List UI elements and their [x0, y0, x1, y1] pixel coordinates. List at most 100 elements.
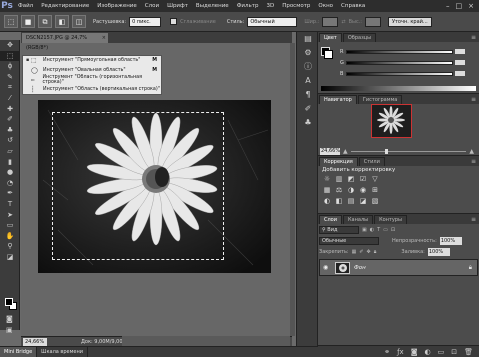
black-white-icon[interactable]: ◑: [346, 185, 356, 195]
document-tab[interactable]: DSCN2157.JPG @ 24,7% (RGB/8*) ×: [22, 33, 108, 51]
width-input[interactable]: [322, 16, 339, 27]
selection-marquee[interactable]: [52, 112, 224, 260]
menu-image[interactable]: Изображение: [93, 3, 141, 9]
menu-type[interactable]: Шрифт: [163, 3, 192, 9]
levels-icon[interactable]: ▥: [334, 174, 344, 184]
filter-adjust-icon[interactable]: ◐: [370, 227, 374, 233]
flyout-item-column-marquee[interactable]: ┆ Инструмент "Область (вертикальная стро…: [23, 85, 161, 95]
zoom-in-icon[interactable]: ▲: [469, 148, 474, 155]
properties-panel-icon[interactable]: ⚙: [297, 46, 319, 60]
hand-tool-icon[interactable]: ✋: [0, 231, 20, 242]
refine-edge-button[interactable]: Уточн. край...: [387, 16, 432, 27]
threshold-icon[interactable]: ▤: [346, 196, 356, 206]
style-select[interactable]: Обычный: [247, 16, 298, 27]
panel-menu-icon[interactable]: ≡: [471, 96, 479, 103]
eraser-tool-icon[interactable]: ▱: [0, 146, 20, 157]
blur-tool-icon[interactable]: ●: [0, 167, 20, 178]
zoom-slider[interactable]: [350, 148, 467, 154]
close-button[interactable]: ×: [468, 2, 474, 10]
posterize-icon[interactable]: ◧: [334, 196, 344, 206]
layer-row-background[interactable]: ◉ Фон 🔒︎: [319, 259, 478, 276]
zoom-level[interactable]: 24,66%: [23, 337, 47, 346]
lock-pixels-icon[interactable]: ✐: [359, 249, 363, 255]
healing-brush-tool-icon[interactable]: ✚: [0, 104, 20, 115]
quick-mask-icon[interactable]: ◙: [6, 315, 13, 323]
clone-source-panel-icon[interactable]: ♣: [297, 116, 319, 130]
tab-layers[interactable]: Слои: [319, 215, 342, 224]
menu-layers[interactable]: Слои: [141, 3, 163, 9]
panel-menu-icon[interactable]: ≡: [471, 216, 479, 223]
height-input[interactable]: [364, 16, 381, 27]
selective-color-icon[interactable]: ◪: [358, 196, 368, 206]
panel-menu-icon[interactable]: ≡: [471, 34, 479, 41]
new-layer-icon[interactable]: ⊡: [451, 348, 457, 356]
flyout-item-row-marquee[interactable]: ┅ Инструмент "Область (горизонтальная ст…: [23, 75, 161, 85]
visibility-eye-icon[interactable]: ◉: [323, 264, 331, 271]
layer-filter-select[interactable]: ⚲ Вид: [319, 226, 359, 234]
menu-help[interactable]: Справка: [337, 3, 369, 9]
flyout-item-rect-marquee[interactable]: ▪ ⬚ Инструмент "Прямоугольная область" M: [23, 56, 161, 66]
vibrance-icon[interactable]: ▽: [370, 174, 380, 184]
menu-file[interactable]: Файл: [14, 3, 37, 9]
panel-menu-icon[interactable]: ≡: [471, 158, 479, 165]
horizontal-scrollbar[interactable]: [122, 336, 290, 346]
zoom-tool-icon[interactable]: ⚲: [0, 241, 20, 252]
info-panel-icon[interactable]: ⓘ: [297, 60, 319, 74]
tab-adjustments[interactable]: Коррекция: [319, 157, 358, 166]
rect-marquee-tool-icon[interactable]: ⬚: [0, 50, 20, 62]
tab-mini-bridge[interactable]: Mini Bridge: [0, 346, 38, 357]
channel-mixer-icon[interactable]: ⊞: [370, 185, 380, 195]
filter-type-icon[interactable]: T: [377, 227, 380, 233]
vertical-scrollbar[interactable]: [290, 43, 295, 336]
new-selection-icon[interactable]: ■: [21, 15, 35, 28]
type-tool-icon[interactable]: T: [0, 199, 20, 210]
default-colors-icon[interactable]: ◪: [0, 252, 20, 263]
flyout-item-ellipse-marquee[interactable]: ◯ Инструмент "Овальная область" M: [23, 66, 161, 76]
document-close-icon[interactable]: ×: [102, 33, 106, 43]
tab-styles[interactable]: Стили: [358, 157, 385, 166]
menu-edit[interactable]: Редактирование: [37, 3, 93, 9]
path-selection-tool-icon[interactable]: ➤: [0, 210, 20, 221]
tab-swatches[interactable]: Образцы: [342, 33, 377, 42]
move-tool-icon[interactable]: ✥: [0, 40, 20, 51]
dodge-tool-icon[interactable]: ◔: [0, 178, 20, 189]
slider-g[interactable]: G: [340, 60, 465, 66]
photo-filter-icon[interactable]: ◉: [358, 185, 368, 195]
color-balance-icon[interactable]: ⚖: [334, 185, 344, 195]
blend-mode-select[interactable]: Обычные: [319, 237, 379, 245]
menu-select[interactable]: Выделение: [192, 3, 233, 9]
opacity-input[interactable]: 100%: [439, 237, 462, 245]
exposure-icon[interactable]: ☑: [358, 174, 368, 184]
tab-timeline[interactable]: Шкала времени: [37, 346, 88, 357]
tab-color[interactable]: Цвет: [319, 33, 342, 42]
pen-tool-icon[interactable]: ✒: [0, 188, 20, 199]
history-panel-icon[interactable]: ▤: [297, 32, 319, 46]
tab-navigator[interactable]: Навигатор: [319, 95, 357, 104]
screen-mode-icon[interactable]: ▣: [6, 326, 13, 334]
antialias-checkbox[interactable]: [170, 18, 178, 25]
brush-tool-icon[interactable]: ✐: [0, 114, 20, 125]
color-panel-background[interactable]: [324, 50, 333, 59]
crop-tool-icon[interactable]: ⌗: [0, 82, 20, 93]
menu-3d[interactable]: 3D: [262, 3, 278, 9]
lasso-tool-icon[interactable]: ϕ: [0, 61, 20, 72]
character-panel-icon[interactable]: A: [297, 74, 319, 88]
maximize-button[interactable]: □: [456, 2, 463, 10]
eyedropper-tool-icon[interactable]: ⁄: [0, 93, 20, 104]
clone-stamp-tool-icon[interactable]: ♣: [0, 125, 20, 136]
tab-histogram[interactable]: Гистограмма: [357, 95, 403, 104]
zoom-out-icon[interactable]: ▲: [343, 148, 348, 155]
navigator-zoom-value[interactable]: 24,66%: [320, 147, 340, 155]
gradient-map-icon[interactable]: ▧: [370, 196, 380, 206]
filter-pixel-icon[interactable]: ▣: [362, 227, 367, 233]
feather-input[interactable]: 0 пикс.: [129, 16, 162, 27]
delete-layer-icon[interactable]: 🗑︎: [464, 348, 473, 356]
menu-window[interactable]: Окно: [314, 3, 337, 9]
tab-channels[interactable]: Каналы: [343, 215, 374, 224]
tool-preset-picker[interactable]: ⬚: [4, 15, 18, 28]
slider-b[interactable]: B: [340, 71, 465, 77]
navigator-thumbnail[interactable]: [371, 104, 412, 138]
layer-mask-icon[interactable]: ◙: [411, 348, 418, 356]
new-group-icon[interactable]: ▭: [438, 348, 445, 356]
brightness-contrast-icon[interactable]: ☼: [322, 174, 332, 184]
